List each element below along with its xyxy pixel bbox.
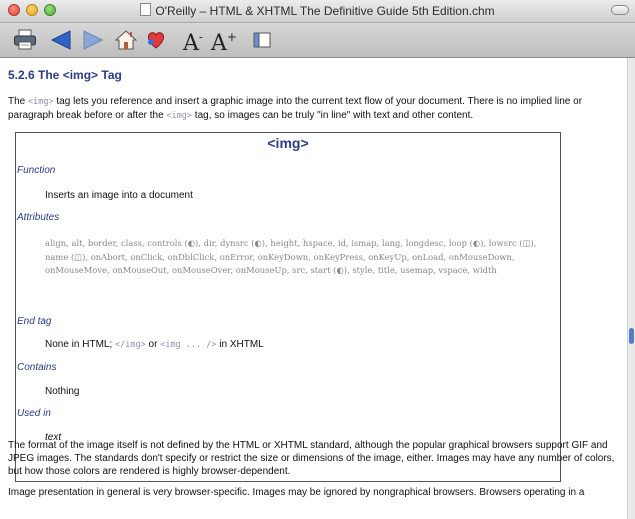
- forward-button[interactable]: [80, 26, 106, 54]
- attribute-item: alt,: [71, 238, 86, 248]
- attribute-item: align,: [45, 238, 69, 248]
- content-view[interactable]: 5.2.6 The <img> Tag The <img> tag lets y…: [0, 58, 628, 519]
- endtag-text-2: or: [145, 339, 161, 350]
- endtag-value: None in HTML; </img> or <img ... /> in X…: [45, 339, 264, 350]
- attribute-item: ismap,: [351, 238, 380, 248]
- forward-arrow-icon: [83, 30, 104, 50]
- intro-code-1: <img>: [28, 97, 54, 107]
- bookmark-button[interactable]: [143, 26, 169, 54]
- attribute-item: onMouseOut,: [112, 265, 170, 275]
- window-title: O'Reilly – HTML & XHTML The Definitive G…: [155, 4, 495, 18]
- font-smaller-sign: -: [198, 29, 203, 44]
- bookmark-heart-icon: [147, 32, 165, 49]
- tag-reference-title: <img>: [267, 135, 309, 151]
- attribute-item: onKeyUp,: [368, 251, 410, 262]
- attribute-item: src,: [292, 265, 308, 275]
- attribute-item: onMouseUp,: [235, 265, 290, 275]
- attribute-item: height,: [270, 238, 301, 248]
- endtag-code-1: </img>: [115, 340, 146, 350]
- home-icon: [115, 30, 137, 50]
- attribute-item: onDblClick,: [167, 251, 218, 262]
- endtag-code-2: <img ... />: [160, 340, 217, 350]
- title-bar[interactable]: O'Reilly – HTML & XHTML The Definitive G…: [0, 0, 635, 23]
- endtag-label: End tag: [17, 316, 52, 327]
- vertical-scrollbar[interactable]: [627, 58, 635, 519]
- attribute-item: dir,: [203, 238, 218, 248]
- sidebar-toggle-button[interactable]: [250, 26, 274, 54]
- function-value: Inserts an image into a document: [45, 190, 193, 201]
- function-label: Function: [17, 165, 56, 176]
- toolbar-toggle-button[interactable]: [611, 5, 629, 15]
- contains-value: Nothing: [45, 386, 80, 397]
- attributes-list: align, alt, border, class, controls (◐),…: [45, 237, 557, 278]
- back-arrow-icon: [50, 30, 71, 50]
- attribute-item: onKeyDown,: [257, 251, 311, 262]
- tag-reference-box: <img> Function Inserts an image into a d…: [15, 132, 561, 482]
- font-larger-icon: A+: [211, 26, 237, 55]
- app-window: O'Reilly – HTML & XHTML The Definitive G…: [0, 0, 635, 519]
- attribute-item: onClick,: [130, 251, 165, 262]
- back-button[interactable]: [48, 26, 74, 54]
- attribute-item: title,: [377, 265, 398, 275]
- print-icon: [14, 29, 36, 50]
- endtag-text-1: None in HTML;: [45, 339, 116, 350]
- attribute-item: onError,: [219, 251, 256, 262]
- attribute-item: hspace,: [302, 238, 336, 248]
- window-title-group: O'Reilly – HTML & XHTML The Definitive G…: [0, 3, 635, 18]
- attribute-item: id,: [337, 238, 349, 248]
- contains-label: Contains: [17, 362, 57, 373]
- attribute-item: loop (◐),: [448, 238, 487, 248]
- sidebar-toggle-icon: [253, 32, 271, 48]
- font-larger-button[interactable]: A+: [210, 26, 238, 55]
- intro-text-3: tag, so images can be truly "in line" wi…: [192, 110, 474, 121]
- attribute-item: onMouseMove,: [45, 265, 110, 275]
- attribute-item: usemap,: [400, 265, 436, 275]
- attribute-item: onLoad,: [412, 251, 447, 262]
- attribute-item: width: [472, 265, 497, 275]
- font-smaller-letter: A: [183, 30, 199, 56]
- attribute-item: controls (◐),: [147, 238, 201, 248]
- attribute-item: lang,: [381, 238, 404, 248]
- toolbar: A- A+: [0, 23, 635, 58]
- attribute-item: dynsrc (◐),: [220, 238, 268, 248]
- intro-code-2: <img>: [166, 111, 193, 121]
- attribute-item: longdesc,: [405, 238, 447, 248]
- attribute-item: onAbort,: [90, 251, 128, 262]
- attribute-item: class,: [120, 238, 145, 248]
- attribute-item: onMouseDown,: [448, 251, 515, 262]
- attribute-item: lowsrc (◫),: [488, 238, 537, 248]
- attributes-label: Attributes: [17, 212, 60, 223]
- font-smaller-icon: A-: [183, 26, 203, 55]
- font-larger-sign: +: [226, 29, 237, 44]
- attribute-item: onMouseOver,: [172, 265, 234, 275]
- home-button[interactable]: [113, 26, 139, 54]
- attribute-item: border,: [87, 238, 119, 248]
- attribute-item: start (◐),: [310, 265, 350, 275]
- section-heading: 5.2.6 The <img> Tag: [8, 68, 122, 82]
- intro-paragraph: The <img> tag lets you reference and ins…: [8, 95, 618, 123]
- endtag-text-3: in XHTML: [216, 339, 264, 350]
- scroll-thumb[interactable]: [629, 328, 634, 344]
- attribute-item: onKeyPress,: [313, 251, 366, 262]
- attribute-item: style,: [352, 265, 376, 275]
- print-button[interactable]: [11, 26, 39, 54]
- presentation-paragraph: Image presentation in general is very br…: [8, 487, 585, 498]
- document-icon: [140, 3, 152, 16]
- attribute-item: vspace,: [438, 265, 471, 275]
- usedin-label: Used in: [17, 408, 51, 419]
- intro-text-1: The: [8, 96, 29, 107]
- format-paragraph: The format of the image itself is not de…: [8, 440, 615, 477]
- font-smaller-button[interactable]: A-: [180, 26, 206, 55]
- font-larger-letter: A: [211, 30, 227, 56]
- attribute-item: name (◫),: [45, 251, 89, 262]
